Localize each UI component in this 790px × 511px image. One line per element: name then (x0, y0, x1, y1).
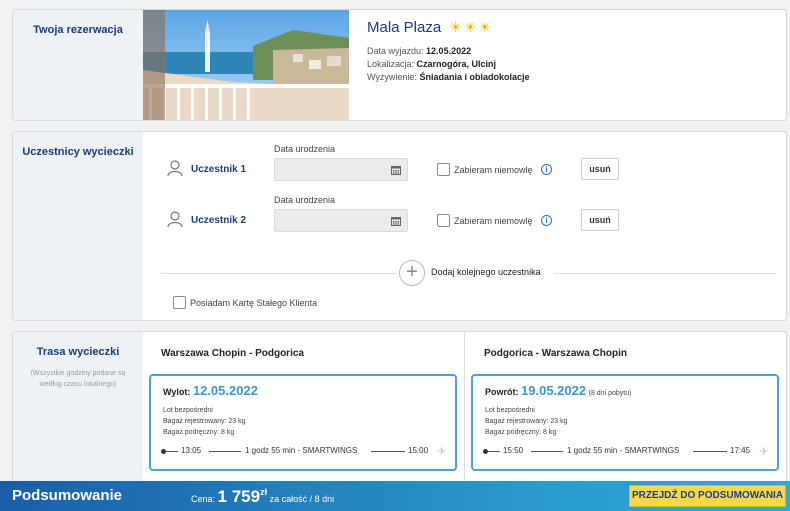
route-side: Trasa wycieczki (Wszystkie godziny podan… (13, 332, 143, 490)
info-icon[interactable]: i (541, 215, 552, 226)
loyalty-label: Posiadam Kartę Stałego Klienta (190, 298, 318, 308)
hotel-rating: ☀ ☀ ☀ (449, 19, 493, 36)
divider (161, 273, 397, 274)
timeline-segment (166, 451, 178, 452)
calendar-icon (391, 217, 401, 226)
timeline-segment (488, 451, 500, 452)
return-dep-time: 15:50 (503, 446, 524, 455)
summary-footer: Podsumowanie Cena: 1 759zł za całość / 8… (0, 481, 790, 511)
outbound-flight-box[interactable]: Wylot: 12.05.2022 Lot bezpośredni Bagaż … (149, 374, 457, 471)
return-route-title: Podgorica - Warszawa Chopin (484, 348, 627, 359)
departure-label: Data wyjazdu: (367, 46, 424, 56)
return-timeline: 15:50 1 godz 55 min - SMARTWINGS 17:45 ✈ (483, 446, 773, 458)
price: Cena: 1 759zł za całość / 8 dni (191, 487, 334, 507)
outbound-timeline: 13:05 1 godz 55 min - SMARTWINGS 15:00 ✈ (161, 446, 451, 458)
route-card: Trasa wycieczki (Wszystkie godziny podan… (12, 331, 787, 491)
route-note: (Wszystkie godziny podane są według czas… (30, 370, 126, 388)
timeline-segment (693, 451, 727, 452)
participants-side: Uczestnicy wycieczki (13, 132, 143, 320)
return-direct: Lot bezpośredni (485, 407, 535, 414)
location-line: Lokalizacja: Czarnogóra, Ulcinj (367, 59, 496, 69)
participant-2-dob-label: Data urodzenia (274, 195, 336, 205)
price-value: 1 759 (217, 487, 261, 506)
outbound-date: 12.05.2022 (192, 383, 258, 398)
outbound-direct: Lot bezpośredni (163, 407, 213, 414)
return-checked-bag: Bagaż rejestrowany: 23 kg (485, 418, 568, 425)
loyalty-checkbox[interactable] (173, 296, 186, 309)
timeline-segment (371, 451, 405, 452)
reservation-title: Twoja rezerwacja (33, 24, 123, 36)
plane-icon: ✈ (759, 446, 769, 458)
sun-icon: ☀ (463, 19, 477, 35)
price-suffix: za całość / 8 dni (269, 494, 335, 504)
participant-1-dob-label: Data urodzenia (274, 144, 336, 154)
outbound-duration: 1 godz 55 min - SMARTWINGS (245, 446, 358, 455)
participant-2-infant-label: Zabieram niemowlę (454, 216, 533, 226)
sun-icon: ☀ (478, 19, 492, 35)
hotel-name-text: Mala Plaza (367, 19, 442, 36)
outbound-arr-time: 15:00 (408, 446, 429, 455)
participant-2-label: Uczestnik 2 (191, 215, 247, 226)
return-duration: 1 godz 55 min - SMARTWINGS (567, 446, 680, 455)
outbound-hand-bag: Bagaż podręczny: 8 kg (163, 429, 235, 436)
return-head: Powrót: 19.05.2022 (8 dni pobytu) (485, 383, 631, 398)
departure-value: 12.05.2022 (426, 46, 472, 56)
participant-2-dob-input[interactable] (274, 209, 408, 232)
price-currency: zł (260, 487, 268, 497)
timeline-segment (209, 451, 241, 452)
person-icon (167, 160, 183, 177)
participant-1-infant-checkbox[interactable] (437, 163, 450, 176)
person-icon (167, 211, 183, 228)
sun-icon: ☀ (449, 19, 462, 35)
reservation-side: Twoja rezerwacja (13, 10, 143, 120)
info-icon[interactable]: i (541, 164, 552, 175)
participant-1-infant-label: Zabieram niemowlę (454, 165, 533, 175)
participant-1-dob-input[interactable] (274, 158, 408, 181)
return-arr-time: 17:45 (730, 446, 751, 455)
board-line: Wyżywienie: Śniadania i obiadokolacje (367, 72, 529, 82)
summary-label: Podsumowanie (12, 487, 123, 504)
participant-2-remove-button[interactable]: usuń (581, 209, 619, 231)
return-date: 19.05.2022 (521, 383, 587, 398)
outbound-head: Wylot: 12.05.2022 (163, 383, 258, 398)
add-participant-button[interactable]: + (399, 260, 425, 286)
participants-card: Uczestnicy wycieczki Uczestnik 1 Data ur… (12, 131, 787, 321)
hotel-photo (143, 10, 349, 120)
board-value: Śniadania i obiadokolacje (419, 72, 530, 82)
board-label: Wyżywienie: (367, 72, 417, 82)
location-value: Czarnogóra, Ulcinj (416, 59, 497, 69)
participants-title: Uczestnicy wycieczki (22, 146, 134, 158)
route-separator (464, 332, 465, 490)
departure-line: Data wyjazdu: 12.05.2022 (367, 46, 471, 56)
route-title: Trasa wycieczki (36, 346, 120, 358)
go-to-summary-button[interactable]: PRZEJDŹ DO PODSUMOWANIA (629, 485, 786, 507)
outbound-route-title: Warszawa Chopin - Podgorica (161, 348, 304, 359)
plane-icon: ✈ (437, 446, 447, 458)
calendar-icon (391, 166, 401, 175)
return-flight-box[interactable]: Powrót: 19.05.2022 (8 dni pobytu) Lot be… (471, 374, 779, 471)
outbound-checked-bag: Bagaż rejestrowany: 23 kg (163, 418, 246, 425)
add-participant-label[interactable]: Dodaj kolejnego uczestnika (431, 267, 541, 277)
location-label: Lokalizacja: (367, 59, 415, 69)
participant-1-remove-button[interactable]: usuń (581, 158, 619, 180)
participant-2-infant-checkbox[interactable] (437, 214, 450, 227)
return-hand-bag: Bagaż podręczny: 8 kg (485, 429, 557, 436)
return-extra: (8 dni pobytu) (588, 390, 632, 397)
outbound-head-label: Wylot: (163, 387, 191, 397)
return-head-label: Powrót: (485, 387, 519, 397)
reservation-card: Twoja rezerwacja Mala Plaza ☀ ☀ ☀ Data w… (12, 9, 787, 121)
participant-1-label: Uczestnik 1 (191, 164, 247, 175)
price-prefix: Cena: (191, 494, 216, 504)
hotel-name[interactable]: Mala Plaza ☀ ☀ ☀ (367, 19, 493, 36)
timeline-segment (531, 451, 563, 452)
divider (554, 273, 776, 274)
outbound-dep-time: 13:05 (181, 446, 202, 455)
